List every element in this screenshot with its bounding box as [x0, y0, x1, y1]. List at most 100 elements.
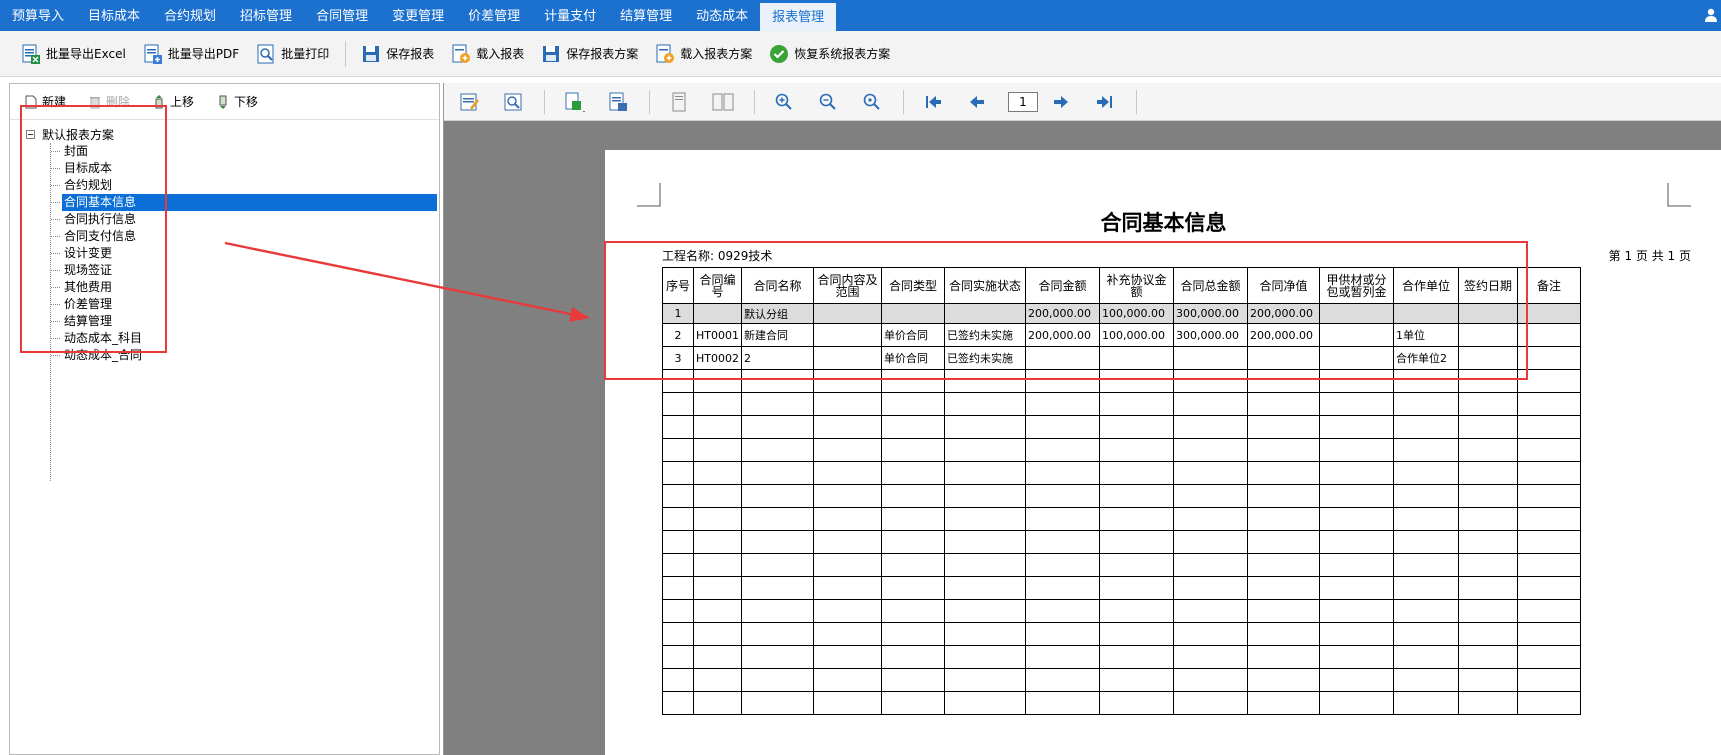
two-page-icon [712, 93, 734, 110]
restore-scheme-button[interactable]: 恢复系统报表方案 [768, 38, 890, 70]
prev-page-button[interactable] [964, 89, 990, 115]
nav-tab[interactable]: 结算管理 [608, 0, 684, 31]
nav-tab[interactable]: 计量支付 [532, 0, 608, 31]
move-up-label: 上移 [170, 95, 195, 109]
last-page-button[interactable] [1092, 89, 1118, 115]
load-scheme-button[interactable]: 载入报表方案 [654, 38, 752, 70]
table-cell [1517, 645, 1581, 669]
viewer-separator [903, 89, 904, 114]
table-cell [1517, 530, 1581, 554]
table-cell [693, 599, 742, 623]
table-cell [1517, 576, 1581, 600]
table-cell [1173, 438, 1248, 462]
table-cell [1173, 668, 1248, 692]
table-cell [662, 576, 694, 600]
table-cell [741, 599, 814, 623]
table-cell [1458, 415, 1518, 439]
zoom-out-button[interactable] [815, 89, 841, 115]
table-cell [1458, 553, 1518, 577]
table-cell [662, 668, 694, 692]
table-cell [1173, 415, 1248, 439]
table-cell [813, 415, 882, 439]
table-cell [1319, 484, 1394, 508]
highlight-box-tree [20, 105, 167, 353]
table-cell [1517, 484, 1581, 508]
edit-report-button[interactable] [456, 89, 482, 115]
save-report-button[interactable]: 保存报表 [360, 38, 434, 70]
annotation-arrow-icon [224, 241, 590, 322]
save-scheme-button[interactable]: 保存报表方案 [540, 38, 638, 70]
table-cell [1025, 576, 1100, 600]
table-cell [813, 507, 882, 531]
first-page-button[interactable] [920, 89, 946, 115]
table-cell [1319, 599, 1394, 623]
table-cell [1319, 438, 1394, 462]
table-cell [1173, 507, 1248, 531]
table-cell [1247, 645, 1320, 669]
preview-icon [504, 93, 522, 110]
table-cell [1099, 507, 1174, 531]
zoom-fit-button[interactable] [859, 89, 885, 115]
nav-tab[interactable]: 变更管理 [380, 0, 456, 31]
preview-button[interactable] [500, 89, 526, 115]
save-report-label: 保存报表 [386, 47, 435, 61]
export-pdf-button[interactable]: 批量导出PDF [142, 38, 239, 70]
table-cell [813, 553, 882, 577]
nav-tab[interactable]: 合同管理 [304, 0, 380, 31]
nav-tab[interactable]: 合约规划 [152, 0, 228, 31]
table-cell [1247, 599, 1320, 623]
zoom-in-button[interactable] [771, 89, 797, 115]
report-title: 合同基本信息 [1100, 210, 1227, 235]
table-cell [1247, 622, 1320, 646]
nav-tab[interactable]: 价差管理 [456, 0, 532, 31]
table-cell [944, 438, 1026, 462]
table-cell [1173, 461, 1248, 485]
nav-tab[interactable]: 动态成本 [684, 0, 760, 31]
two-page-button[interactable] [710, 89, 736, 115]
table-cell [693, 691, 742, 715]
table-cell [1025, 438, 1100, 462]
table-cell [693, 438, 742, 462]
table-cell [693, 645, 742, 669]
move-down-button[interactable]: 下移 [216, 93, 258, 110]
single-page-icon [672, 92, 686, 111]
table-cell [813, 392, 882, 416]
table-cell [944, 691, 1026, 715]
nav-tab[interactable]: 招标管理 [228, 0, 304, 31]
table-cell [1319, 668, 1394, 692]
table-cell [1025, 645, 1100, 669]
table-cell [741, 461, 814, 485]
empty-table-row [662, 461, 1581, 485]
viewer-separator [1136, 89, 1137, 114]
table-cell [944, 668, 1026, 692]
table-cell [1099, 668, 1174, 692]
next-page-button[interactable] [1048, 89, 1074, 115]
export-report-button[interactable] [605, 89, 631, 115]
user-icon[interactable] [1705, 8, 1717, 22]
table-cell [1099, 484, 1174, 508]
table-cell [944, 576, 1026, 600]
table-cell [944, 599, 1026, 623]
batch-print-button[interactable]: 批量打印 [255, 38, 329, 70]
table-cell [1517, 691, 1581, 715]
table-cell [813, 576, 882, 600]
page-number-input[interactable] [1008, 91, 1038, 112]
table-cell [1393, 438, 1459, 462]
nav-tab[interactable]: 报表管理 [760, 3, 837, 31]
table-cell [1319, 645, 1394, 669]
toolbar-separator [345, 40, 347, 67]
table-cell [1517, 507, 1581, 531]
table-cell [1393, 691, 1459, 715]
export-excel-button[interactable]: 批量导出Excel [20, 38, 126, 70]
nav-tab[interactable]: 预算导入 [0, 0, 76, 31]
table-cell [741, 530, 814, 554]
load-report-button[interactable]: 载入报表 [450, 38, 524, 70]
table-cell [1099, 415, 1174, 439]
table-cell [693, 553, 742, 577]
nav-tab[interactable]: 目标成本 [76, 0, 152, 31]
table-cell [1173, 691, 1248, 715]
export-dropdown-button[interactable] [561, 89, 587, 115]
table-cell [1173, 484, 1248, 508]
single-page-button[interactable] [666, 89, 692, 115]
save-scheme-icon [543, 45, 560, 62]
